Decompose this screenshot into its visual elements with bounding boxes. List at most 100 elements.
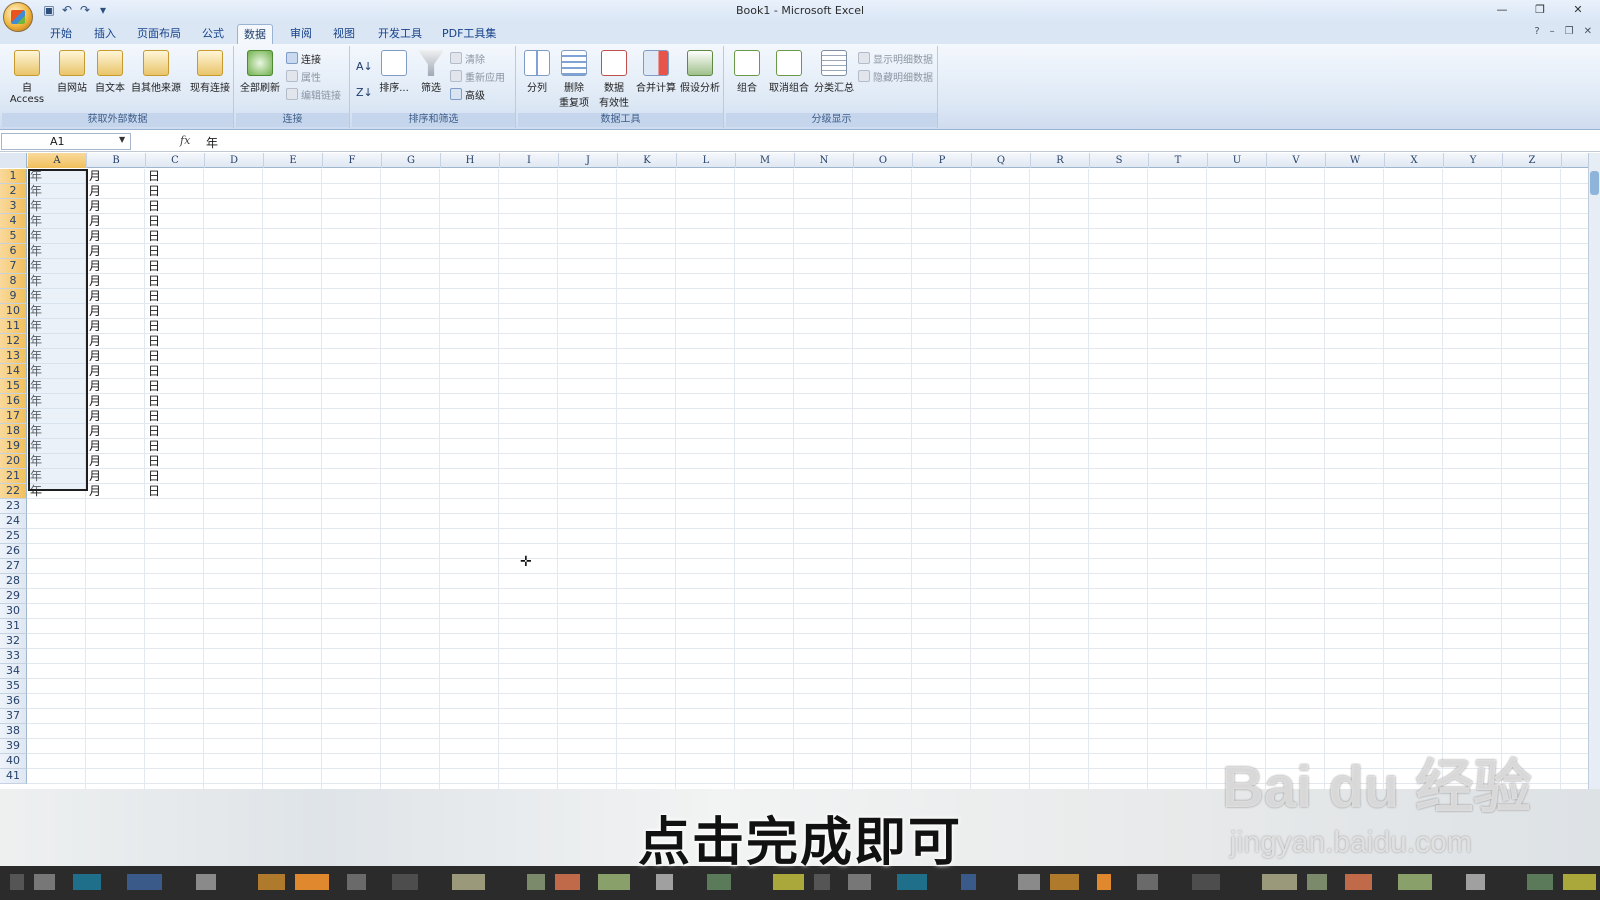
show-detail-button[interactable]: 显示明细数据 (858, 50, 933, 66)
cell-b2[interactable]: 月 (86, 184, 101, 199)
row-header-40[interactable]: 40 (0, 754, 27, 769)
cell-b5[interactable]: 月 (86, 229, 101, 244)
clear-button[interactable]: 清除 (450, 50, 485, 66)
refresh-all-button[interactable]: 全部刷新 (240, 50, 280, 94)
column-header-h[interactable]: H (441, 153, 500, 168)
cell-b3[interactable]: 月 (86, 199, 101, 214)
tab-view[interactable]: 视图 (327, 24, 361, 44)
row-header-30[interactable]: 30 (0, 604, 27, 619)
row-header-24[interactable]: 24 (0, 514, 27, 529)
cell-c5[interactable]: 日 (145, 229, 160, 244)
column-header-i[interactable]: I (500, 153, 559, 168)
cell-b11[interactable]: 月 (86, 319, 101, 334)
cell-c1[interactable]: 日 (145, 169, 160, 184)
cell-b8[interactable]: 月 (86, 274, 101, 289)
cell-c22[interactable]: 日 (145, 484, 160, 499)
row-header-41[interactable]: 41 (0, 769, 27, 784)
tab-developer[interactable]: 开发工具 (372, 24, 428, 44)
row-header-9[interactable]: 9 (0, 289, 27, 304)
ungroup-button[interactable]: 取消组合 (766, 50, 812, 94)
tab-page-layout[interactable]: 页面布局 (131, 24, 187, 44)
cell-c9[interactable]: 日 (145, 289, 160, 304)
row-header-14[interactable]: 14 (0, 364, 27, 379)
connections-button[interactable]: 连接 (286, 50, 321, 66)
row-header-16[interactable]: 16 (0, 394, 27, 409)
cell-c15[interactable]: 日 (145, 379, 160, 394)
cell-b12[interactable]: 月 (86, 334, 101, 349)
filter-button[interactable]: 筛选 (416, 50, 446, 94)
column-header-k[interactable]: K (618, 153, 677, 168)
row-header-27[interactable]: 27 (0, 559, 27, 574)
row-header-35[interactable]: 35 (0, 679, 27, 694)
cell-b6[interactable]: 月 (86, 244, 101, 259)
hide-detail-button[interactable]: 隐藏明细数据 (858, 68, 933, 84)
minimize-button[interactable]: — (1490, 2, 1514, 18)
column-header-r[interactable]: R (1031, 153, 1090, 168)
row-header-13[interactable]: 13 (0, 349, 27, 364)
cell-c11[interactable]: 日 (145, 319, 160, 334)
row-header-5[interactable]: 5 (0, 229, 27, 244)
column-header-c[interactable]: C (146, 153, 205, 168)
cell-c20[interactable]: 日 (145, 454, 160, 469)
cell-b7[interactable]: 月 (86, 259, 101, 274)
subtotal-button[interactable]: 分类汇总 (812, 50, 856, 94)
row-header-8[interactable]: 8 (0, 274, 27, 289)
ribbon-restore-icon[interactable]: ❐ (1565, 26, 1574, 37)
row-header-17[interactable]: 17 (0, 409, 27, 424)
column-header-a[interactable]: A (28, 153, 87, 168)
column-header-n[interactable]: N (795, 153, 854, 168)
cell-c6[interactable]: 日 (145, 244, 160, 259)
cell-area[interactable]: 年月日年月日年月日年月日年月日年月日年月日年月日年月日年月日年月日年月日年月日年… (27, 169, 1588, 789)
cell-c21[interactable]: 日 (145, 469, 160, 484)
column-header-p[interactable]: P (913, 153, 972, 168)
cell-c4[interactable]: 日 (145, 214, 160, 229)
cell-c17[interactable]: 日 (145, 409, 160, 424)
column-header-x[interactable]: X (1385, 153, 1444, 168)
from-web-button[interactable]: 自网站 (54, 50, 90, 94)
cell-b18[interactable]: 月 (86, 424, 101, 439)
cell-b21[interactable]: 月 (86, 469, 101, 484)
row-header-39[interactable]: 39 (0, 739, 27, 754)
cell-b1[interactable]: 月 (86, 169, 101, 184)
row-header-6[interactable]: 6 (0, 244, 27, 259)
column-header-d[interactable]: D (205, 153, 264, 168)
sort-ascending-button[interactable]: A↓ (356, 58, 373, 74)
column-header-f[interactable]: F (323, 153, 382, 168)
help-icon[interactable]: ? (1534, 26, 1539, 37)
ribbon-minimize-icon[interactable]: – (1550, 26, 1555, 37)
row-header-29[interactable]: 29 (0, 589, 27, 604)
data-validation-button[interactable]: 数据 有效性 (594, 50, 634, 109)
row-header-11[interactable]: 11 (0, 319, 27, 334)
cell-c8[interactable]: 日 (145, 274, 160, 289)
cell-c2[interactable]: 日 (145, 184, 160, 199)
cell-c14[interactable]: 日 (145, 364, 160, 379)
row-header-18[interactable]: 18 (0, 424, 27, 439)
row-header-26[interactable]: 26 (0, 544, 27, 559)
row-header-34[interactable]: 34 (0, 664, 27, 679)
cell-c7[interactable]: 日 (145, 259, 160, 274)
cell-b20[interactable]: 月 (86, 454, 101, 469)
sort-descending-button[interactable]: Z↓ (356, 84, 373, 100)
column-header-j[interactable]: J (559, 153, 618, 168)
cell-b17[interactable]: 月 (86, 409, 101, 424)
row-header-22[interactable]: 22 (0, 484, 27, 499)
group-button[interactable]: 组合 (732, 50, 762, 94)
row-header-20[interactable]: 20 (0, 454, 27, 469)
column-header-b[interactable]: B (87, 153, 146, 168)
row-header-36[interactable]: 36 (0, 694, 27, 709)
row-header-4[interactable]: 4 (0, 214, 27, 229)
vertical-scrollbar[interactable] (1588, 153, 1600, 789)
properties-button[interactable]: 属性 (286, 68, 321, 84)
name-box[interactable]: A1 (1, 133, 131, 150)
reapply-button[interactable]: 重新应用 (450, 68, 505, 84)
row-header-21[interactable]: 21 (0, 469, 27, 484)
existing-connections-button[interactable]: 现有连接 (188, 50, 232, 94)
row-header-7[interactable]: 7 (0, 259, 27, 274)
row-header-15[interactable]: 15 (0, 379, 27, 394)
tab-data[interactable]: 数据 (237, 24, 273, 44)
row-header-23[interactable]: 23 (0, 499, 27, 514)
column-header-s[interactable]: S (1090, 153, 1149, 168)
row-header-31[interactable]: 31 (0, 619, 27, 634)
insert-function-icon[interactable]: fx (180, 134, 190, 147)
row-header-10[interactable]: 10 (0, 304, 27, 319)
